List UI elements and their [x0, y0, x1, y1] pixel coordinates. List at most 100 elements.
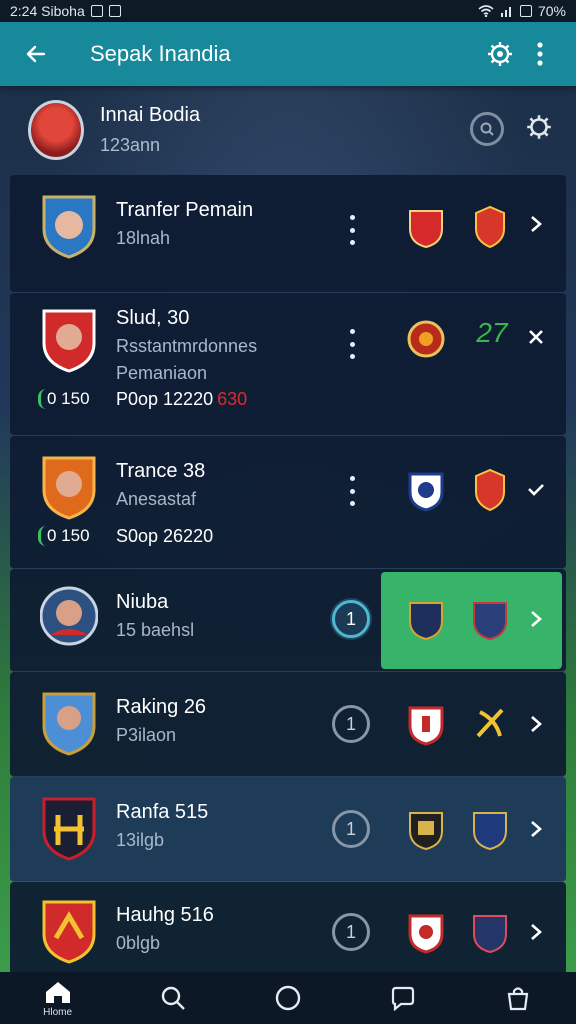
list-item[interactable]: Slud, 30 Rsstantmrdonnes Pemaniaon 0 150… [10, 293, 566, 436]
close-icon[interactable] [522, 323, 550, 351]
more-vertical-icon [537, 42, 543, 66]
settings-button[interactable] [480, 34, 520, 74]
club-crest-icon [42, 797, 96, 861]
row-title: Hauhg 516 [116, 904, 214, 926]
club-crest-icon [42, 195, 96, 259]
list-item[interactable]: Raking 26 P3ilaon 1 [10, 672, 566, 777]
row-title: Trance 38 [116, 460, 206, 482]
chevron-right-icon[interactable] [522, 710, 550, 738]
battery-icon [519, 5, 532, 17]
team-badge-icon [409, 210, 443, 249]
header-settings-button[interactable] [524, 112, 554, 142]
page-title: Sepak Inandia [90, 41, 231, 66]
bottom-nav: Hlome [0, 972, 576, 1024]
team-badge-icon [473, 812, 507, 851]
notification-icon [90, 5, 103, 17]
player-photo [28, 100, 84, 160]
team-badge-icon [473, 602, 507, 641]
team-badge-icon [475, 205, 505, 249]
row-subtitle: 13ilgb [116, 830, 165, 850]
nav-home-label: Hlome [43, 1006, 73, 1018]
row-title: Ranfa 515 [116, 801, 209, 823]
row-subtitle: P3ilaon [116, 725, 177, 745]
circle-icon [275, 985, 301, 1011]
club-crest-icon [42, 900, 96, 964]
chevron-right-icon[interactable] [522, 210, 550, 238]
chat-icon [392, 986, 415, 1011]
battery-percent: 70% [537, 3, 566, 19]
row-subtitle: Anesastaf [116, 489, 197, 509]
shopping-bag-icon [508, 987, 529, 1011]
row-subtitle: Rsstantmrdonnes [116, 336, 258, 356]
nav-messages[interactable] [373, 972, 433, 1024]
list-item[interactable]: Ranfa 515 13ilgb 1 [10, 777, 566, 882]
team-badge-icon [476, 708, 504, 738]
row-extra: S0op 26220 [116, 526, 214, 546]
row-subtitle: 18lnah [116, 228, 171, 248]
list-item[interactable]: Trance 38 Anesastaf 0 150 S0op 26220 [10, 436, 566, 569]
club-crest-icon [42, 456, 96, 520]
team-badge-text: 27 [476, 317, 508, 348]
row-extra-red: 630 [217, 389, 248, 409]
more-vertical-icon[interactable] [340, 329, 364, 359]
back-button[interactable] [16, 34, 56, 74]
notification-icon [108, 5, 121, 17]
arrow-left-icon [26, 45, 46, 63]
wifi-icon [478, 5, 494, 17]
status-time: 2:24 Siboha [10, 3, 85, 19]
team-badge-icon [408, 706, 444, 746]
rank-badge[interactable]: 1 [332, 913, 370, 951]
row-title: Slud, 30 [116, 307, 190, 329]
rank-badge[interactable]: 1 [332, 705, 370, 743]
list-item[interactable]: Hauhg 516 0blgb 1 [10, 882, 566, 975]
row-subtitle: 15 baehsl [116, 620, 195, 640]
status-bar: 2:24 Siboha 70% [0, 0, 576, 22]
search-button[interactable] [470, 112, 504, 146]
team-badge-icon [409, 602, 443, 641]
nav-home[interactable]: Hlome [28, 972, 88, 1024]
profile-avatar [28, 99, 84, 161]
team-badge-icon [475, 468, 505, 512]
stat-pill: 0 150 [38, 526, 90, 546]
chevron-right-icon[interactable] [522, 815, 550, 843]
row-extra: P0op 12220 [116, 389, 214, 409]
row-subtitle-2: Pemaniaon [116, 363, 208, 383]
row-subtitle: 0blgb [116, 933, 161, 953]
nav-shop[interactable] [488, 972, 548, 1024]
team-badge-icon [408, 472, 444, 512]
player-list: Tranfer Pemain 18lnah Slud, 30 Rsstantmr… [10, 175, 566, 975]
nav-center[interactable] [258, 972, 318, 1024]
home-icon [45, 981, 70, 1003]
profile-name: Innai Bodia [100, 104, 201, 126]
club-crest-icon [40, 586, 98, 646]
team-badge-icon [473, 915, 507, 954]
more-button[interactable] [520, 34, 560, 74]
app-bar: Sepak Inandia [0, 22, 576, 86]
profile-subtitle: 123ann [100, 135, 161, 155]
list-item[interactable]: Tranfer Pemain 18lnah [10, 175, 566, 293]
rank-badge[interactable]: 1 [332, 810, 370, 848]
profile-header: Innai Bodia 123ann [28, 90, 568, 170]
row-title: Raking 26 [116, 696, 207, 718]
row-title: Niuba [116, 591, 169, 613]
gear-icon [527, 115, 551, 139]
list-item[interactable]: Niuba 15 baehsl 1 [10, 569, 566, 672]
row-title: Tranfer Pemain [116, 199, 254, 221]
gear-icon [488, 42, 512, 66]
nav-search[interactable] [143, 972, 203, 1024]
check-icon[interactable] [522, 476, 550, 504]
chevron-right-icon[interactable] [522, 605, 550, 633]
more-vertical-icon[interactable] [340, 215, 364, 245]
signal-icon [500, 7, 511, 17]
more-vertical-icon[interactable] [340, 476, 364, 506]
team-badge-icon [408, 914, 444, 954]
search-icon [161, 986, 185, 1010]
rank-badge[interactable]: 1 [332, 600, 370, 638]
team-badge-icon [409, 812, 443, 851]
chevron-right-icon[interactable] [522, 918, 550, 946]
search-icon [480, 122, 494, 136]
team-badge-icon [407, 320, 445, 358]
club-crest-icon [42, 692, 96, 756]
club-crest-icon [42, 309, 96, 373]
stat-pill: 0 150 [38, 389, 90, 409]
